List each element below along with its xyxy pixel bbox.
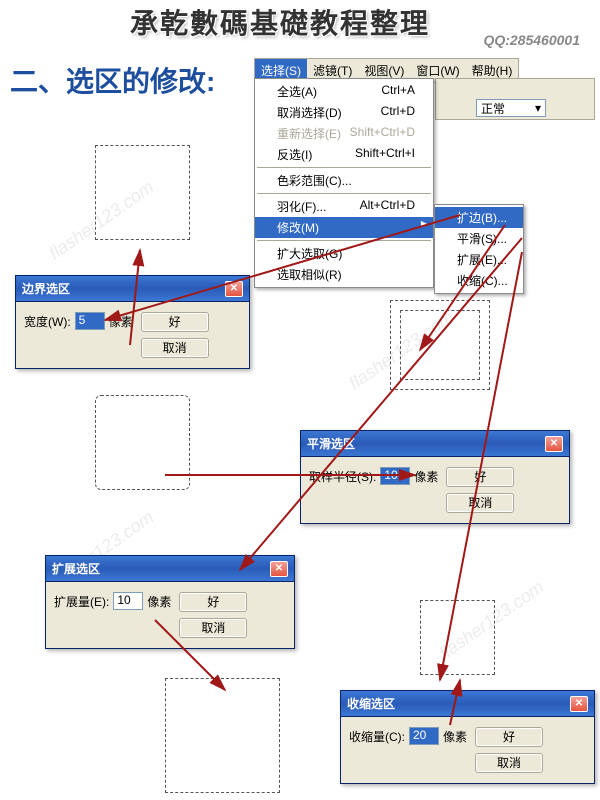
dialog-contract-titlebar[interactable]: 收缩选区 ✕ [341, 691, 594, 717]
menu-item-inverse[interactable]: 反选(I)Shift+Ctrl+I [255, 144, 433, 165]
dialog-border: 边界选区 ✕ 宽度(W): 5 像素 好 取消 [15, 275, 250, 369]
modify-submenu: 扩边(B)... 平滑(S)... 扩展(E)... 收缩(C)... [434, 204, 524, 294]
close-icon[interactable]: ✕ [570, 696, 588, 712]
dialog-border-titlebar[interactable]: 边界选区 ✕ [16, 276, 249, 302]
select-menu-dropdown: 全选(A)Ctrl+A 取消选择(D)Ctrl+D 重新选择(E)Shift+C… [254, 78, 434, 288]
ok-button[interactable]: 好 [475, 727, 543, 747]
ok-button[interactable]: 好 [179, 592, 247, 612]
menu-separator [257, 167, 431, 168]
unit-label: 像素 [414, 468, 438, 485]
smooth-radius-label: 取样半径(S): [309, 468, 376, 485]
cancel-button[interactable]: 取消 [179, 618, 247, 638]
submenu-smooth[interactable]: 平滑(S)... [435, 228, 523, 249]
unit-label: 像素 [109, 313, 133, 330]
close-icon[interactable]: ✕ [545, 436, 563, 452]
close-icon[interactable]: ✕ [225, 281, 243, 297]
toolbar-mode-select[interactable]: 正常 [476, 99, 546, 117]
selection-preview-inner [400, 310, 480, 380]
dialog-smooth-titlebar[interactable]: 平滑选区 ✕ [301, 431, 569, 457]
menu-item-feather[interactable]: 羽化(F)...Alt+Ctrl+D [255, 196, 433, 217]
ok-button[interactable]: 好 [141, 312, 209, 332]
menu-item-select-all[interactable]: 全选(A)Ctrl+A [255, 81, 433, 102]
menu-item-reselect: 重新选择(E)Shift+Ctrl+D [255, 123, 433, 144]
menu-item-color-range[interactable]: 色彩范围(C)... [255, 170, 433, 191]
close-icon[interactable]: ✕ [270, 561, 288, 577]
unit-label: 像素 [443, 728, 467, 745]
smooth-radius-input[interactable]: 10 [380, 467, 410, 485]
selection-preview-expand [165, 678, 280, 793]
selection-preview [95, 145, 190, 240]
contract-amount-label: 收缩量(C): [349, 728, 405, 745]
unit-label: 像素 [147, 593, 171, 610]
cancel-button[interactable]: 取消 [141, 338, 209, 358]
menu-item-grow[interactable]: 扩大选取(G) [255, 243, 433, 264]
expand-amount-label: 扩展量(E): [54, 593, 109, 610]
submenu-expand[interactable]: 扩展(E)... [435, 249, 523, 270]
submenu-border[interactable]: 扩边(B)... [435, 207, 523, 228]
dialog-smooth: 平滑选区 ✕ 取样半径(S): 10 像素 好 取消 [300, 430, 570, 524]
dialog-border-title: 边界选区 [22, 280, 70, 297]
toolbar-mode-value: 正常 [481, 100, 505, 117]
ok-button[interactable]: 好 [446, 467, 514, 487]
menu-separator [257, 193, 431, 194]
dialog-smooth-title: 平滑选区 [307, 435, 355, 452]
contract-amount-input[interactable]: 20 [409, 727, 439, 745]
expand-amount-input[interactable]: 10 [113, 592, 143, 610]
submenu-contract[interactable]: 收缩(C)... [435, 270, 523, 291]
border-width-label: 宽度(W): [24, 313, 71, 330]
dialog-expand-title: 扩展选区 [52, 560, 100, 577]
selection-preview-smooth [95, 395, 190, 490]
border-width-input[interactable]: 5 [75, 312, 105, 330]
toolbar-fragment: 正常 [435, 78, 595, 120]
selection-preview-contract [420, 600, 495, 675]
section-heading: 二、选区的修改: [10, 60, 215, 100]
menu-item-deselect[interactable]: 取消选择(D)Ctrl+D [255, 102, 433, 123]
cancel-button[interactable]: 取消 [475, 753, 543, 773]
watermark-title: 承乾數碼基礎教程整理 [130, 2, 430, 42]
dialog-expand: 扩展选区 ✕ 扩展量(E): 10 像素 好 取消 [45, 555, 295, 649]
dialog-expand-titlebar[interactable]: 扩展选区 ✕ [46, 556, 294, 582]
menu-separator [257, 240, 431, 241]
menu-item-similar[interactable]: 选取相似(R) [255, 264, 433, 285]
dialog-contract: 收缩选区 ✕ 收缩量(C): 20 像素 好 取消 [340, 690, 595, 784]
dialog-contract-title: 收缩选区 [347, 695, 395, 712]
menu-item-modify[interactable]: 修改(M) [255, 217, 433, 238]
watermark-qq: QQ:285460001 [483, 32, 580, 48]
cancel-button[interactable]: 取消 [446, 493, 514, 513]
